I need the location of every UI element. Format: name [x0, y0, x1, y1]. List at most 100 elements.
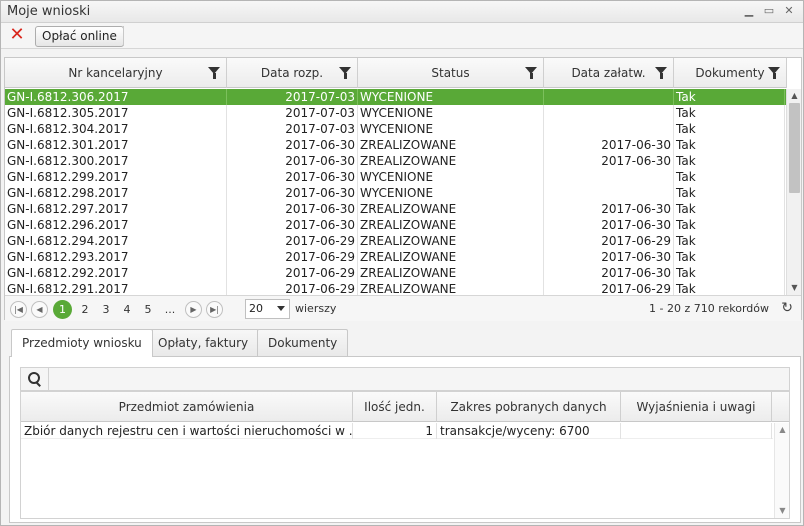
scroll-up-icon[interactable]: ▲: [775, 423, 790, 437]
requests-grid: Nr kancelaryjny Data rozp. Status Data z…: [4, 57, 802, 321]
table-row[interactable]: GN-I.6812.306.2017 2017-07-03 WYCENIONE Tak: [5, 89, 787, 105]
page-number[interactable]: 5: [140, 301, 156, 318]
table-row[interactable]: GN-I.6812.294.2017 2017-06-29 ZREALIZOWANE…: [5, 233, 787, 249]
table-row[interactable]: GN-I.6812.304.2017 2017-07-03 WYCENIONE Tak: [5, 121, 787, 137]
cell-data-range: transakcje/wyceny: 6700: [437, 423, 621, 439]
column-header-status[interactable]: Status: [358, 58, 544, 88]
pay-online-button[interactable]: Opłać online: [35, 26, 124, 47]
scroll-down-icon[interactable]: ▼: [787, 281, 802, 295]
toolbar: ✕ Opłać online: [1, 23, 803, 49]
items-grid-header: Przedmiot zamówienia Ilość jedn. Zakres …: [21, 392, 789, 422]
filter-icon[interactable]: [768, 67, 780, 79]
cell-end-date: 2017-06-30: [544, 137, 674, 153]
cell-number: GN-I.6812.298.2017: [5, 185, 227, 201]
cell-number: GN-I.6812.300.2017: [5, 153, 227, 169]
column-header-label: Nr kancelaryjny: [68, 66, 163, 80]
page-size-value: 20: [249, 302, 263, 315]
column-header-label: Status: [431, 66, 470, 80]
cell-start-date: 2017-06-29: [227, 265, 358, 281]
title-bar: Moje wnioski ▁ ▭ ✕: [1, 1, 803, 23]
cell-item: Zbiór danych rejestru cen i wartości nie…: [21, 423, 353, 439]
table-row[interactable]: GN-I.6812.299.2017 2017-06-30 WYCENIONE Tak: [5, 169, 787, 185]
column-header-quantity[interactable]: Ilość jedn.: [353, 392, 437, 422]
close-icon[interactable]: ✕: [783, 5, 795, 17]
filter-icon[interactable]: [339, 67, 351, 79]
column-header-data-range[interactable]: Zakres pobranych danych: [437, 392, 621, 422]
page-size-label: wierszy: [295, 302, 337, 315]
page-ellipsis[interactable]: ...: [162, 301, 178, 318]
cell-start-date: 2017-06-29: [227, 233, 358, 249]
maximize-icon[interactable]: ▭: [763, 5, 775, 17]
column-header-start-date[interactable]: Data rozp.: [227, 58, 358, 88]
grid-body: GN-I.6812.306.2017 2017-07-03 WYCENIONE Tak…: [5, 89, 787, 295]
prev-page-icon[interactable]: ◀: [31, 301, 48, 318]
filter-icon[interactable]: [208, 67, 220, 79]
grid-scrollbar[interactable]: ▲ ▼: [786, 89, 801, 295]
cell-documents: Tak: [674, 201, 785, 217]
cell-end-date: 2017-06-30: [544, 201, 674, 217]
last-page-icon[interactable]: ▶|: [206, 301, 223, 318]
items-scrollbar[interactable]: ▲ ▼: [774, 423, 789, 518]
window: Moje wnioski ▁ ▭ ✕ ✕ Opłać online Nr kan…: [0, 0, 804, 526]
cell-start-date: 2017-06-30: [227, 201, 358, 217]
page-number[interactable]: 2: [77, 301, 93, 318]
cell-start-date: 2017-06-30: [227, 137, 358, 153]
table-row[interactable]: GN-I.6812.292.2017 2017-06-29 ZREALIZOWANE…: [5, 265, 787, 281]
column-header-notes[interactable]: Wyjaśnienia i uwagi: [621, 392, 772, 422]
chevron-down-icon: [277, 306, 285, 311]
page-number[interactable]: 4: [119, 301, 135, 318]
cell-documents: Tak: [674, 233, 785, 249]
scroll-up-icon[interactable]: ▲: [787, 89, 802, 103]
table-row[interactable]: GN-I.6812.298.2017 2017-06-30 WYCENIONE Tak: [5, 185, 787, 201]
cell-number: GN-I.6812.291.2017: [5, 281, 227, 295]
scrollbar-thumb[interactable]: [789, 103, 800, 193]
cell-start-date: 2017-06-29: [227, 281, 358, 295]
tab-payments-invoices[interactable]: Opłaty, faktury: [147, 329, 260, 356]
records-info: 1 - 20 z 710 rekordów: [648, 302, 769, 315]
delete-icon[interactable]: ✕: [7, 25, 27, 45]
tab-request-items[interactable]: Przedmioty wniosku: [11, 329, 153, 357]
cell-status: ZREALIZOWANE: [358, 233, 544, 249]
cell-documents: Tak: [674, 249, 785, 265]
pager: |◀ ◀ 1 2 3 4 5 ... ▶ ▶| 20 wierszy 1 - 2…: [5, 295, 801, 321]
details-panel: Przedmioty wniosku Opłaty, faktury Dokum…: [4, 327, 802, 523]
table-row[interactable]: Zbiór danych rejestru cen i wartości nie…: [21, 423, 773, 439]
cell-end-date: 2017-06-30: [544, 217, 674, 233]
table-row[interactable]: GN-I.6812.300.2017 2017-06-30 ZREALIZOWANE…: [5, 153, 787, 169]
cell-start-date: 2017-07-03: [227, 105, 358, 121]
filter-icon[interactable]: [525, 67, 537, 79]
page-number-current[interactable]: 1: [53, 300, 72, 319]
table-row[interactable]: GN-I.6812.301.2017 2017-06-30 ZREALIZOWANE…: [5, 137, 787, 153]
refresh-icon[interactable]: ↻: [781, 300, 793, 316]
cell-number: GN-I.6812.292.2017: [5, 265, 227, 281]
grid-header: Nr kancelaryjny Data rozp. Status Data z…: [5, 58, 787, 88]
cell-number: GN-I.6812.301.2017: [5, 137, 227, 153]
cell-start-date: 2017-06-29: [227, 249, 358, 265]
cell-status: ZREALIZOWANE: [358, 265, 544, 281]
cell-status: WYCENIONE: [358, 105, 544, 121]
column-header-documents[interactable]: Dokumenty: [674, 58, 787, 88]
cell-end-date: [544, 105, 674, 121]
cell-number: GN-I.6812.297.2017: [5, 201, 227, 217]
column-header-number[interactable]: Nr kancelaryjny: [5, 58, 227, 88]
table-row[interactable]: GN-I.6812.293.2017 2017-06-29 ZREALIZOWANE…: [5, 249, 787, 265]
search-icon[interactable]: [25, 370, 43, 388]
table-row[interactable]: GN-I.6812.291.2017 2017-06-29 ZREALIZOWANE…: [5, 281, 787, 295]
column-header-end-date[interactable]: Data załatw.: [544, 58, 674, 88]
items-grid: Przedmiot zamówienia Ilość jedn. Zakres …: [20, 391, 790, 519]
cell-documents: Tak: [674, 105, 785, 121]
table-row[interactable]: GN-I.6812.305.2017 2017-07-03 WYCENIONE Tak: [5, 105, 787, 121]
next-page-icon[interactable]: ▶: [185, 301, 202, 318]
filter-icon[interactable]: [655, 67, 667, 79]
tab-documents[interactable]: Dokumenty: [257, 329, 349, 356]
page-number[interactable]: 3: [98, 301, 114, 318]
table-row[interactable]: GN-I.6812.297.2017 2017-06-30 ZREALIZOWANE…: [5, 201, 787, 217]
first-page-icon[interactable]: |◀: [10, 301, 27, 318]
page-size-select[interactable]: 20: [245, 299, 290, 319]
column-header-item[interactable]: Przedmiot zamówienia: [21, 392, 353, 422]
scroll-down-icon[interactable]: ▼: [775, 504, 790, 518]
minimize-icon[interactable]: ▁: [743, 5, 755, 17]
cell-status: WYCENIONE: [358, 169, 544, 185]
table-row[interactable]: GN-I.6812.296.2017 2017-06-30 ZREALIZOWANE…: [5, 217, 787, 233]
cell-start-date: 2017-07-03: [227, 89, 358, 105]
